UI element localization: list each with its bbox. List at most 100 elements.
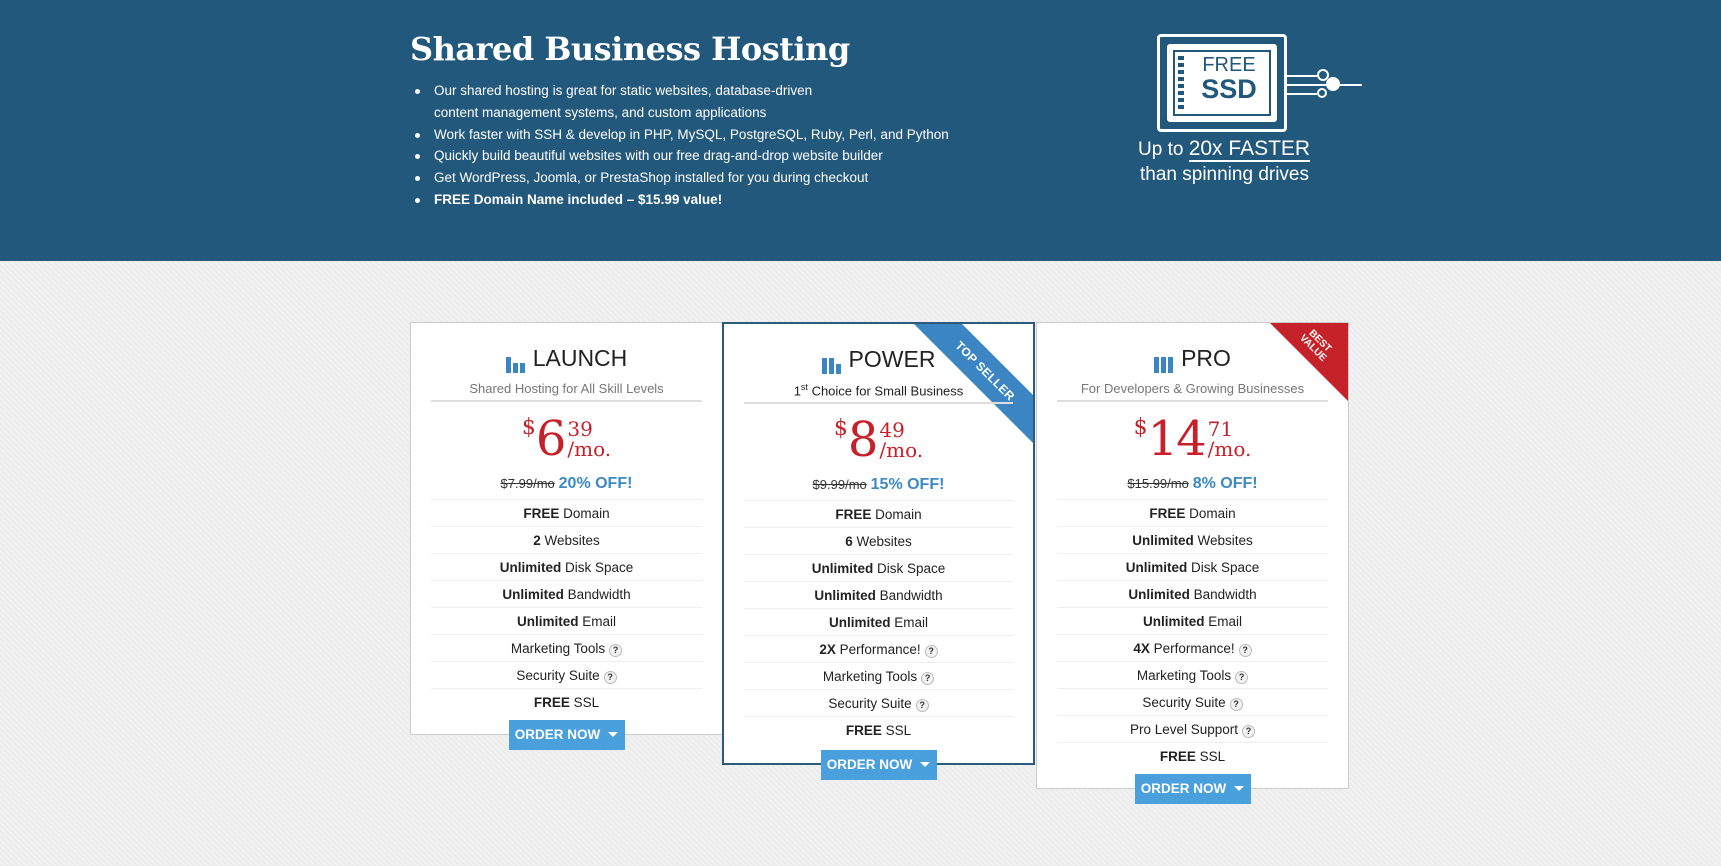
feature-text: Bandwidth <box>879 588 943 603</box>
help-icon[interactable]: ? <box>921 672 935 685</box>
chevron-down-icon <box>1234 786 1245 791</box>
subtitle-ordinal-suffix: st <box>800 382 808 392</box>
feature-text: SSL <box>573 695 600 710</box>
feature-row: Security Suite? <box>431 661 702 688</box>
feature-row: 4X Performance!? <box>1057 634 1328 661</box>
feature-row: Unlimited Email <box>431 607 702 634</box>
feature-text: Websites <box>544 533 600 548</box>
feature-row: Unlimited Disk Space <box>431 553 702 580</box>
price-whole: 6 <box>535 411 567 467</box>
feature-highlight: Unlimited <box>1125 560 1188 575</box>
feature-text: Bandwidth <box>1193 587 1257 602</box>
bullet: Get WordPress, Joomla, or PrestaShop ins… <box>413 167 949 189</box>
feature-highlight: FREE <box>1149 506 1186 521</box>
feature-text: Disk Space <box>565 560 634 575</box>
order-now-button[interactable]: ORDER NOW <box>1134 774 1251 804</box>
help-icon[interactable]: ? <box>915 699 929 712</box>
bar <box>505 357 511 373</box>
feature-text: Performance! <box>1153 641 1235 656</box>
bullet: FREE Domain Name included – $15.99 value… <box>413 189 949 211</box>
plan-header: LAUNCH <box>411 345 722 373</box>
feature-row: Unlimited Email <box>744 608 1013 635</box>
feature-text: Marketing Tools <box>822 669 918 684</box>
feature-text: Marketing Tools <box>510 641 606 656</box>
plan-card-pro: BEST VALUE PRO For Developers & Growing Bu… <box>1036 322 1349 804</box>
feature-row: Marketing Tools? <box>744 662 1013 689</box>
feature-highlight: 2 <box>533 533 541 548</box>
speed-highlight: 20x FASTER <box>1188 137 1311 162</box>
circuit-wire <box>1287 93 1317 95</box>
circuit-wire <box>1287 75 1317 77</box>
order-now-button[interactable]: ORDER NOW <box>508 720 625 750</box>
feature-highlight: Unlimited <box>814 588 876 603</box>
price-cents: 71 <box>1207 417 1234 441</box>
price-cents-group: 71/mo. <box>1208 419 1252 459</box>
feature-row: FREE Domain <box>431 499 702 526</box>
order-now-label: ORDER NOW <box>826 757 913 772</box>
feature-text: Websites <box>856 534 912 549</box>
ssd-label: SSD <box>1201 74 1257 104</box>
bar <box>512 363 518 373</box>
feature-row: Unlimited Websites <box>1057 526 1328 553</box>
feature-highlight: 6 <box>845 534 853 549</box>
feature-row: FREE SSL <box>1057 742 1328 769</box>
plan-name: LAUNCH <box>532 345 628 371</box>
free-ssd-graphic: FREE SSD Up to 20x FASTER than spinning … <box>1135 30 1375 200</box>
feature-highlight: Unlimited <box>502 587 564 602</box>
ssd-speed-line: Up to 20x FASTER <box>1135 137 1375 162</box>
bullet: Quickly build beautiful websites with ou… <box>413 145 949 167</box>
plan-name: PRO <box>1181 345 1231 371</box>
feature-highlight: FREE <box>1159 749 1196 764</box>
bar <box>1154 357 1160 373</box>
feature-highlight: FREE <box>533 695 570 710</box>
feature-highlight: Unlimited <box>1128 587 1190 602</box>
feature-highlight: Unlimited <box>1142 614 1205 629</box>
order-now-label: ORDER NOW <box>514 727 601 742</box>
bar <box>835 364 841 374</box>
bars-2-icon <box>821 347 843 374</box>
help-icon[interactable]: ? <box>603 671 617 684</box>
plan-price: $6 39/mo. <box>411 413 722 469</box>
feature-row: Marketing Tools? <box>1057 661 1328 688</box>
bars-1-icon <box>505 346 527 373</box>
feature-row: Security Suite? <box>744 689 1013 716</box>
feature-text: Disk Space <box>1191 560 1260 575</box>
discount-badge: 15% OFF! <box>870 476 945 493</box>
feature-row: Unlimited Bandwidth <box>1057 580 1328 607</box>
feature-highlight: 2X <box>819 642 836 657</box>
feature-highlight: Unlimited <box>828 615 891 630</box>
circuit-node-icon <box>1326 77 1340 91</box>
help-icon[interactable]: ? <box>924 645 938 658</box>
old-price: $9.99/mo <box>812 477 867 492</box>
feature-row: FREE Domain <box>1057 499 1328 526</box>
bar <box>828 358 834 374</box>
price-cents-group: 39/mo. <box>567 419 611 459</box>
price-cents: 49 <box>879 418 905 442</box>
order-now-button[interactable]: ORDER NOW <box>820 750 937 780</box>
feature-highlight: Unlimited <box>499 560 562 575</box>
chevron-down-icon <box>608 732 619 737</box>
price-period: /mo. <box>879 438 924 462</box>
subtitle-text: For Developers & Growing Businesses <box>1080 381 1305 396</box>
feature-list: FREE Domain 6 Websites Unlimited Disk Spac… <box>744 500 1013 743</box>
feature-text: Security Suite <box>1142 695 1226 710</box>
feature-text: Email <box>894 615 929 630</box>
plan-card-power: TOP SELLER POWER 1st Choice for Small Busi… <box>722 322 1035 780</box>
price-cents-group: 49/mo. <box>879 420 923 460</box>
feature-highlight: FREE <box>523 506 560 521</box>
help-icon[interactable]: ? <box>1235 671 1249 684</box>
speed-prefix: Up to <box>1138 139 1184 160</box>
help-icon[interactable]: ? <box>1238 644 1252 657</box>
feature-text: SSL <box>885 723 912 738</box>
ssd-speed-subline: than spinning drives <box>1140 164 1309 185</box>
feature-text: Security Suite <box>516 668 600 683</box>
ssd-connector <box>1178 56 1184 110</box>
help-icon[interactable]: ? <box>1242 725 1256 738</box>
feature-list: FREE Domain Unlimited Websites Unlimited D… <box>1057 499 1328 769</box>
circuit-node-icon <box>1317 88 1327 98</box>
currency-symbol: $ <box>1133 415 1148 440</box>
help-icon[interactable]: ? <box>609 644 623 657</box>
help-icon[interactable]: ? <box>1229 698 1243 711</box>
feature-text: Websites <box>1197 533 1253 548</box>
feature-bullets: Our shared hosting is great for static w… <box>413 80 949 211</box>
